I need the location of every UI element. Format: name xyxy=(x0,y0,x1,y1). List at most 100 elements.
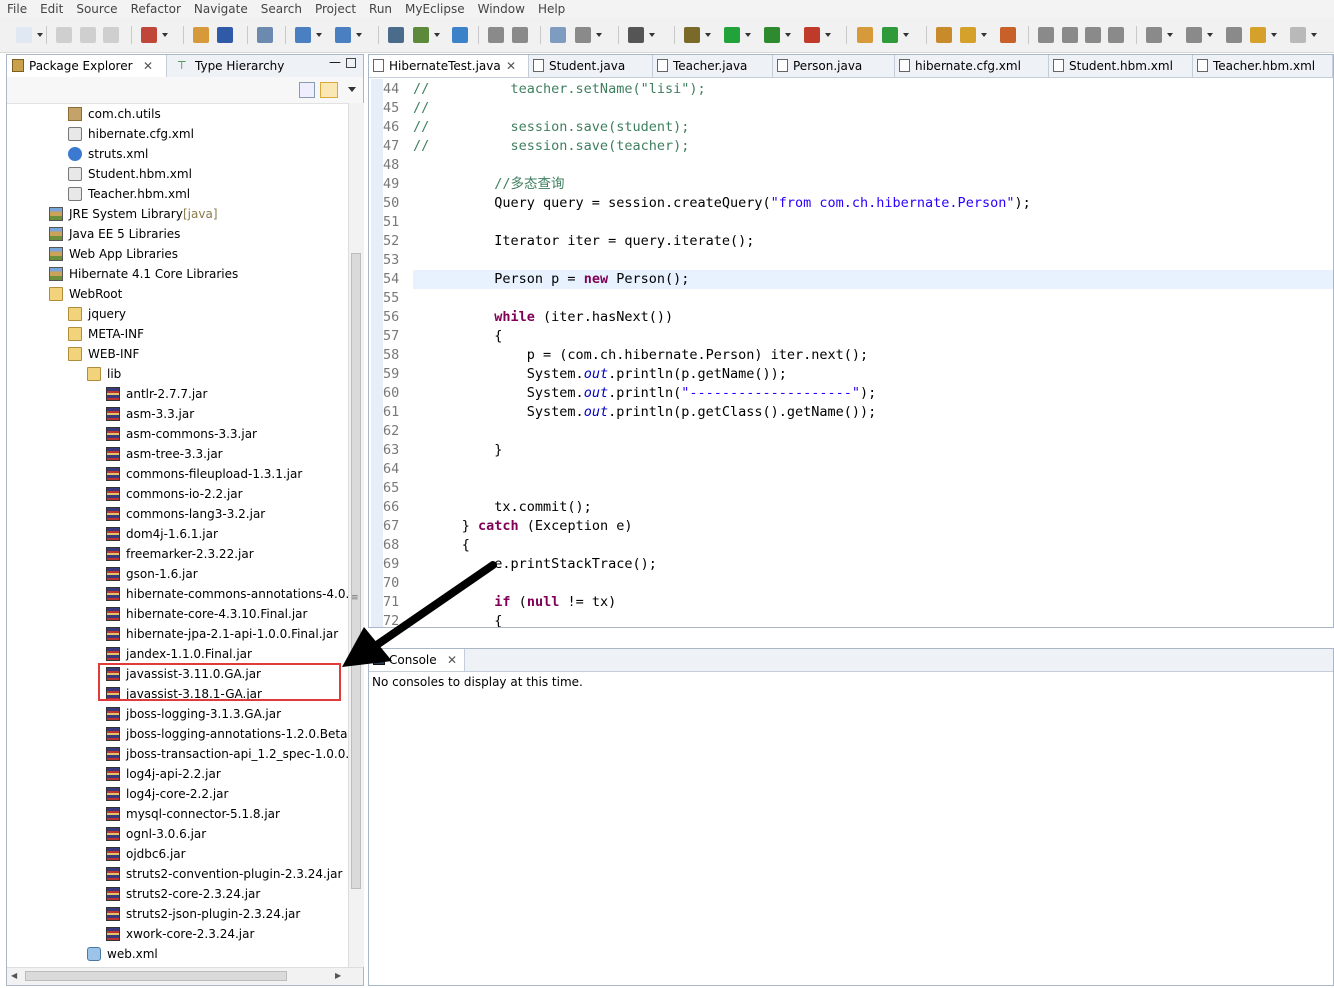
tab-package-explorer[interactable]: Package Explorer ✕ xyxy=(7,55,167,77)
menu-item-source[interactable]: Source xyxy=(69,2,123,16)
last-edit-icon[interactable] xyxy=(1226,27,1242,43)
menu-item-window[interactable]: Window xyxy=(471,2,531,16)
chevron-down-icon[interactable] xyxy=(596,33,602,37)
tree-item-label: Teacher.hbm.xml xyxy=(88,187,191,201)
save-icon[interactable] xyxy=(56,27,72,43)
chevron-down-icon[interactable] xyxy=(37,33,43,37)
next-annotation-icon[interactable] xyxy=(1146,27,1162,43)
editor-tab[interactable]: Student.java xyxy=(529,55,653,77)
editor-tab[interactable]: hibernate.cfg.xml xyxy=(895,55,1049,77)
open-perspective-icon[interactable] xyxy=(295,27,311,43)
chevron-down-icon[interactable] xyxy=(356,33,362,37)
menu-item-edit[interactable]: Edit xyxy=(33,2,69,16)
gear-icon[interactable] xyxy=(575,27,591,43)
view-menu-icon[interactable] xyxy=(348,87,356,92)
open-resource-icon[interactable] xyxy=(217,27,233,43)
menu-item-refactor[interactable]: Refactor xyxy=(124,2,187,16)
annotation-icon[interactable] xyxy=(1038,27,1054,43)
bug-icon[interactable] xyxy=(684,27,700,43)
chevron-down-icon[interactable] xyxy=(316,33,322,37)
editor-tab[interactable]: Teacher.hbm.xml xyxy=(1193,55,1333,77)
print-icon[interactable] xyxy=(103,27,119,43)
camera-icon[interactable] xyxy=(628,27,644,43)
tree-horizontal-scrollbar[interactable]: ◀ ▶ xyxy=(7,967,363,985)
chevron-down-icon[interactable] xyxy=(434,33,440,37)
scroll-thumb[interactable] xyxy=(25,971,287,981)
editor-tab[interactable]: HibernateTest.java ✕ xyxy=(369,55,529,77)
server-icon[interactable] xyxy=(413,27,429,43)
chevron-down-icon[interactable] xyxy=(1207,33,1213,37)
forward-icon[interactable] xyxy=(1290,27,1306,43)
new-wizard-icon[interactable] xyxy=(141,27,157,43)
menu-item-myeclipse[interactable]: MyEclipse xyxy=(398,2,471,16)
chevron-down-icon[interactable] xyxy=(825,33,831,37)
jar-icon xyxy=(106,727,120,741)
chevron-down-icon[interactable] xyxy=(903,33,909,37)
editor-tab[interactable]: Teacher.java xyxy=(653,55,773,77)
run-icon[interactable] xyxy=(724,27,740,43)
coverage-icon[interactable] xyxy=(804,27,820,43)
chevron-down-icon[interactable] xyxy=(785,33,791,37)
tab-type-hierarchy[interactable]: ⊤ Type Hierarchy xyxy=(173,55,293,77)
paragraph-icon[interactable] xyxy=(1108,27,1124,43)
chevron-down-icon[interactable] xyxy=(1311,33,1317,37)
chevron-down-icon[interactable] xyxy=(1167,33,1173,37)
editor-tab[interactable]: Person.java xyxy=(773,55,895,77)
menu-item-search[interactable]: Search xyxy=(254,2,308,16)
scroll-right-icon[interactable]: ▶ xyxy=(335,971,341,980)
tree-item-label: ojdbc6.jar xyxy=(126,847,186,861)
menu-item-help[interactable]: Help xyxy=(531,2,571,16)
edit-icon[interactable] xyxy=(1062,27,1078,43)
editor-tab[interactable]: Student.hbm.xml xyxy=(1049,55,1193,77)
external-icon[interactable] xyxy=(488,27,504,43)
maximize-icon[interactable] xyxy=(346,58,356,68)
line-number: 54 xyxy=(383,271,400,287)
profile-icon[interactable] xyxy=(764,27,780,43)
task-icon[interactable] xyxy=(550,27,566,43)
menu-item-run[interactable]: Run xyxy=(362,2,398,16)
frame-icon[interactable] xyxy=(1085,27,1101,43)
chevron-down-icon[interactable] xyxy=(1271,33,1277,37)
line-number: 62 xyxy=(383,423,400,439)
tree-vertical-scrollbar[interactable]: ≡ xyxy=(348,103,364,967)
code-token: } xyxy=(413,518,479,534)
chevron-down-icon[interactable] xyxy=(649,33,655,37)
save-all-icon[interactable] xyxy=(80,27,96,43)
deploy-icon[interactable] xyxy=(388,27,404,43)
minimize-icon[interactable]: — xyxy=(329,55,341,69)
open-type-icon[interactable] xyxy=(193,27,209,43)
toolbar-separator xyxy=(46,26,47,44)
link-with-editor-icon[interactable] xyxy=(320,82,338,98)
close-icon[interactable]: ✕ xyxy=(143,55,153,77)
code-line: // session.save(teacher); xyxy=(413,137,689,156)
search-icon[interactable] xyxy=(335,27,351,43)
tree-item-label: hibernate-core-4.3.10.Final.jar xyxy=(126,607,308,621)
export-icon[interactable] xyxy=(512,27,528,43)
back-icon[interactable] xyxy=(1250,27,1266,43)
chevron-down-icon[interactable] xyxy=(705,33,711,37)
menu-item-navigate[interactable]: Navigate xyxy=(187,2,254,16)
chevron-down-icon[interactable] xyxy=(745,33,751,37)
collapse-all-icon[interactable] xyxy=(299,82,315,98)
menu-item-project[interactable]: Project xyxy=(308,2,362,16)
pin-icon[interactable] xyxy=(960,27,976,43)
code-line: { xyxy=(413,327,502,346)
prev-annotation-icon[interactable] xyxy=(1186,27,1202,43)
console-toggle-icon[interactable] xyxy=(257,27,273,43)
new-icon[interactable] xyxy=(16,27,32,43)
chevron-down-icon[interactable] xyxy=(981,33,987,37)
open-folder-icon[interactable] xyxy=(936,27,952,43)
code-area[interactable]: 44 45 46 47 48 49 50 51 52 53 54 55 56 57 58 59 60 61 62 63… xyxy=(369,79,1333,627)
close-icon[interactable]: ✕ xyxy=(506,55,516,77)
refresh-icon[interactable] xyxy=(882,27,898,43)
chevron-down-icon[interactable] xyxy=(162,33,168,37)
toolbar-separator xyxy=(1136,26,1137,44)
menu-item-file[interactable]: File xyxy=(0,2,33,16)
open-file-icon[interactable] xyxy=(1000,27,1016,43)
tree-item-label: asm-3.3.jar xyxy=(126,407,195,421)
jar-icon xyxy=(106,827,120,841)
globe-icon[interactable] xyxy=(452,27,468,43)
package-icon[interactable] xyxy=(857,27,873,43)
scroll-left-icon[interactable]: ◀ xyxy=(11,971,17,980)
line-number: 47 xyxy=(383,138,400,154)
